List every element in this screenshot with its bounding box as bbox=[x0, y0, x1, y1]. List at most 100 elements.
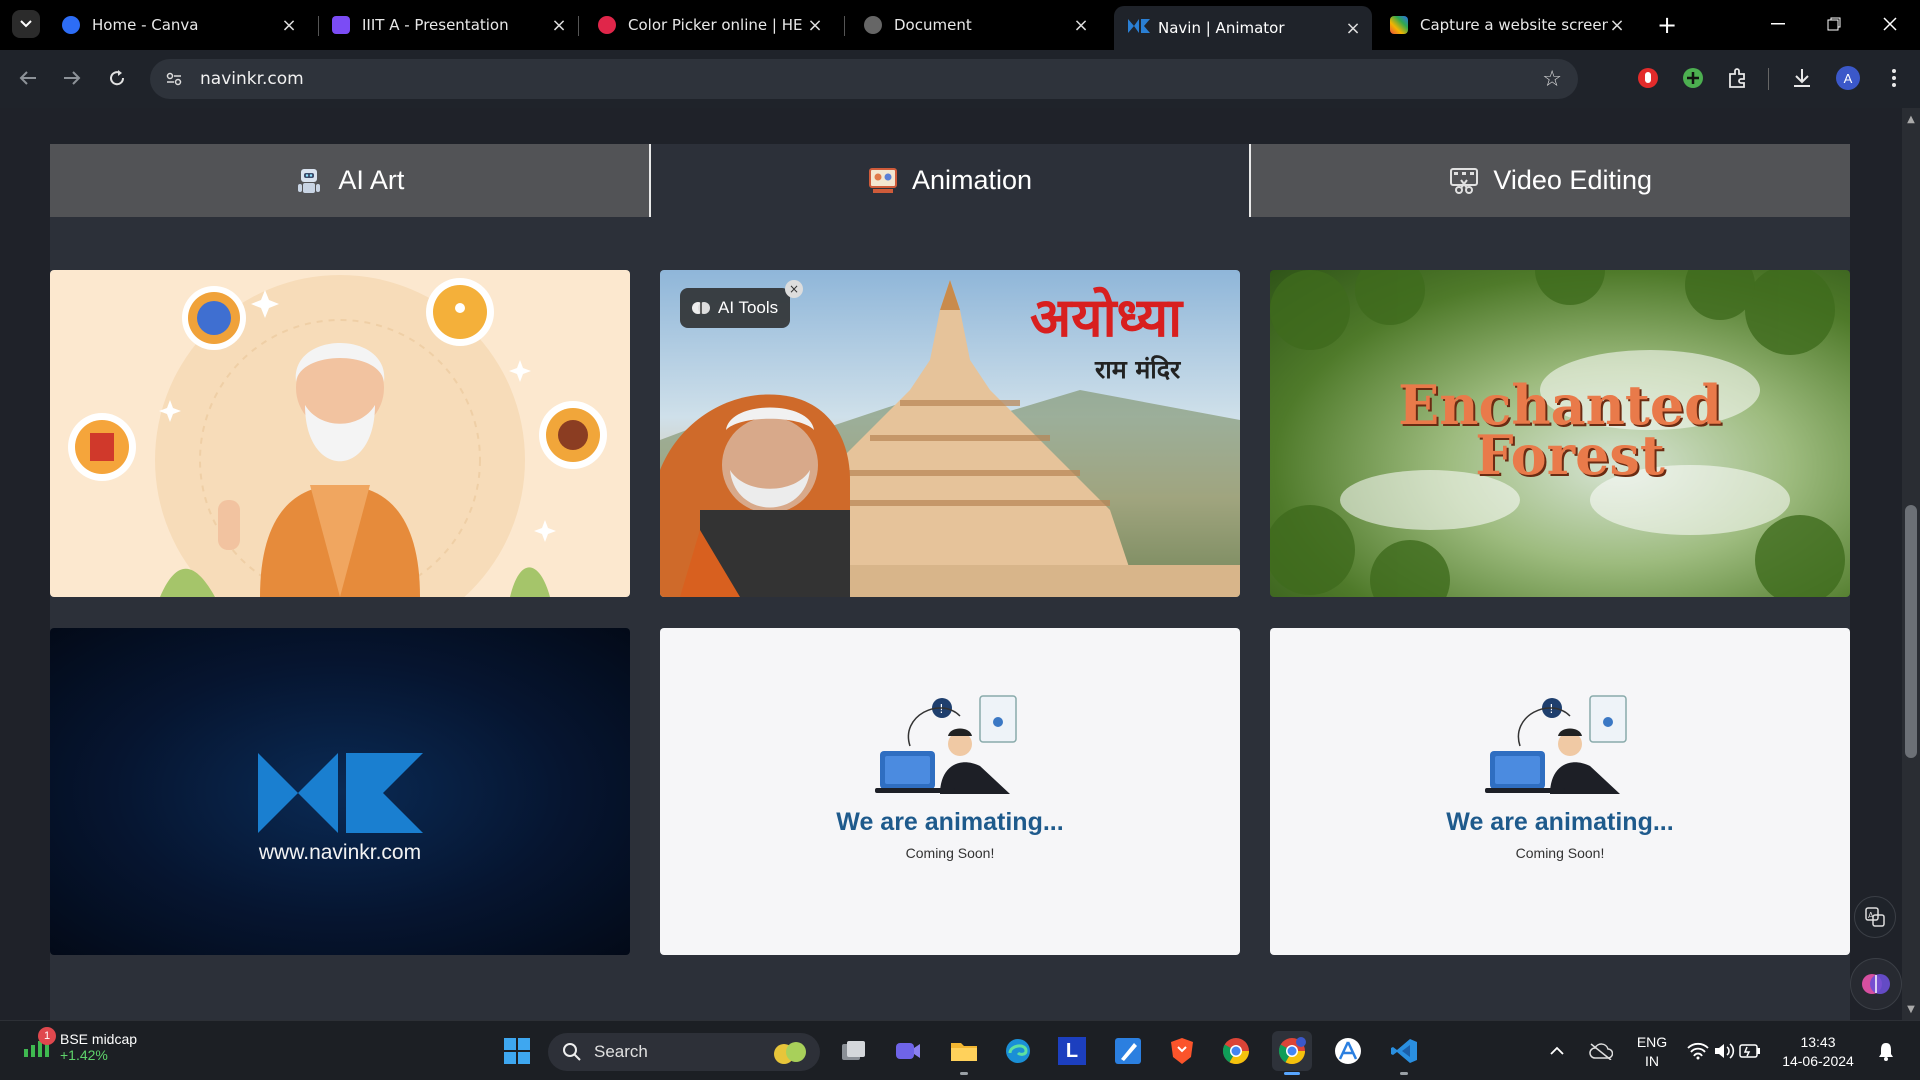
svg-text:A: A bbox=[1868, 911, 1874, 920]
card-ayodhya[interactable]: अयोध्या राम मंदिर AI Tools × bbox=[660, 270, 1240, 597]
l-app-icon[interactable]: L bbox=[1052, 1031, 1092, 1071]
extension-red-icon[interactable] bbox=[1634, 64, 1662, 92]
clock[interactable]: 13:43 14-06-2024 bbox=[1778, 1033, 1858, 1071]
chrome-profile-icon[interactable] bbox=[1272, 1031, 1312, 1075]
page-scrollbar[interactable]: ▲ ▼ bbox=[1902, 108, 1920, 1020]
brain-icon bbox=[692, 302, 710, 314]
translate-button[interactable]: A bbox=[1854, 896, 1896, 938]
tab-label: Video Editing bbox=[1493, 165, 1652, 195]
window-close-button[interactable] bbox=[1870, 8, 1910, 40]
close-icon bbox=[1883, 17, 1897, 31]
bookmark-star-icon[interactable]: ☆ bbox=[1542, 67, 1562, 92]
close-icon[interactable]: × bbox=[280, 15, 298, 36]
meet-icon[interactable] bbox=[888, 1031, 928, 1071]
coming-soon-text: Coming Soon! bbox=[905, 845, 995, 861]
scrollbar-thumb[interactable] bbox=[1905, 505, 1917, 758]
search-highlight-icon bbox=[774, 1042, 806, 1064]
app-store-icon[interactable] bbox=[1328, 1031, 1368, 1071]
bell-icon bbox=[1879, 1043, 1893, 1061]
forward-button[interactable] bbox=[56, 62, 88, 94]
close-icon[interactable]: × bbox=[1344, 18, 1362, 39]
restore-icon bbox=[1827, 17, 1841, 31]
reload-button[interactable] bbox=[101, 62, 133, 94]
site-info-icon[interactable] bbox=[162, 72, 186, 86]
brain-icon bbox=[1862, 974, 1890, 994]
brave-browser-icon[interactable] bbox=[1162, 1031, 1202, 1071]
windows-logo-icon bbox=[504, 1038, 530, 1064]
scroll-down-icon[interactable]: ▼ bbox=[1906, 1004, 1916, 1015]
tab-home-canva[interactable]: Home - Canva × bbox=[48, 6, 308, 44]
windows-taskbar: BSE midcap +1.42% 1 Search L ENG IN 13:4… bbox=[0, 1020, 1920, 1080]
card-coming-soon[interactable]: ! We are animating... Coming Soon! bbox=[1270, 628, 1850, 955]
tab-search-button[interactable] bbox=[12, 10, 40, 38]
scroll-up-icon[interactable]: ▲ bbox=[1906, 114, 1916, 125]
show-hidden-icons[interactable] bbox=[1542, 1031, 1572, 1071]
tab-document[interactable]: Document × bbox=[850, 6, 1100, 44]
taskbar-search[interactable]: Search bbox=[548, 1033, 820, 1071]
file-explorer-icon[interactable] bbox=[944, 1031, 984, 1075]
card-sage-illustration[interactable] bbox=[50, 270, 630, 597]
date-text: 14-06-2024 bbox=[1782, 1053, 1854, 1069]
ai-tools-badge[interactable]: AI Tools bbox=[680, 288, 791, 328]
time-text: 13:43 bbox=[1800, 1034, 1836, 1050]
tab-color-picker[interactable]: Color Picker online | HE × bbox=[584, 6, 834, 44]
arrow-left-icon bbox=[19, 71, 36, 85]
edge-browser-icon[interactable] bbox=[998, 1031, 1038, 1071]
chevron-up-icon bbox=[1550, 1046, 1564, 1055]
tab-navin-animator[interactable]: Navin | Animator × bbox=[1114, 6, 1372, 50]
extensions-puzzle-icon[interactable] bbox=[1724, 64, 1752, 92]
close-icon[interactable]: × bbox=[785, 280, 803, 298]
tab-title: Color Picker online | HE bbox=[628, 16, 803, 34]
more-vertical-icon bbox=[1892, 69, 1896, 87]
minimize-button[interactable] bbox=[1758, 8, 1798, 40]
ram-mandir-subtitle: राम मंदिर bbox=[1095, 355, 1181, 384]
battery-icon bbox=[1739, 1044, 1760, 1058]
tab-video-editing[interactable]: Video Editing bbox=[1251, 144, 1851, 217]
tab-separator bbox=[844, 16, 845, 36]
tab-separator bbox=[578, 16, 579, 36]
close-icon[interactable]: × bbox=[806, 15, 824, 36]
search-label: Search bbox=[594, 1042, 648, 1061]
address-bar[interactable]: navinkr.com ☆ bbox=[150, 59, 1578, 99]
close-icon[interactable]: × bbox=[550, 15, 568, 36]
ai-assistant-button[interactable] bbox=[1850, 958, 1902, 1010]
tab-iiit-presentation[interactable]: IIIT A - Presentation × bbox=[318, 6, 578, 44]
restore-button[interactable] bbox=[1814, 8, 1854, 40]
profile-avatar[interactable]: A bbox=[1834, 64, 1862, 92]
browser-menu-button[interactable] bbox=[1880, 64, 1908, 92]
back-button[interactable] bbox=[12, 62, 44, 94]
screenshot-tool-icon bbox=[1390, 16, 1408, 34]
card-enchanted-forest[interactable]: Enchanted Forest bbox=[1270, 270, 1850, 597]
tab-ai-art[interactable]: AI Art bbox=[50, 144, 649, 217]
start-button[interactable] bbox=[497, 1031, 537, 1071]
close-icon[interactable]: × bbox=[1072, 15, 1090, 36]
new-tab-button[interactable]: + bbox=[1652, 10, 1682, 40]
stock-name: BSE midcap bbox=[60, 1031, 138, 1047]
animating-heading: We are animating... bbox=[1446, 808, 1674, 836]
stock-widget[interactable]: BSE midcap +1.42% 1 bbox=[22, 1027, 138, 1063]
robot-icon bbox=[294, 166, 324, 196]
pen-app-icon[interactable] bbox=[1108, 1031, 1148, 1071]
notifications-button[interactable] bbox=[1866, 1031, 1906, 1071]
notification-badge: 1 bbox=[38, 1027, 56, 1045]
card-coming-soon[interactable]: ! We are animating... Coming Soon! bbox=[660, 628, 1240, 955]
stock-change: +1.42% bbox=[60, 1047, 108, 1063]
minimize-icon bbox=[1771, 23, 1785, 25]
close-icon[interactable]: × bbox=[1608, 15, 1626, 36]
download-icon[interactable] bbox=[1788, 64, 1816, 92]
chrome-icon[interactable] bbox=[1216, 1031, 1256, 1071]
lang-text: ENG bbox=[1636, 1034, 1668, 1050]
cloud-offline-icon[interactable] bbox=[1584, 1031, 1618, 1071]
card-navinkr-logo[interactable]: www.navinkr.com bbox=[50, 628, 630, 955]
task-view-icon[interactable] bbox=[834, 1031, 874, 1071]
vscode-icon[interactable] bbox=[1384, 1031, 1424, 1075]
svg-text:!: ! bbox=[939, 702, 944, 716]
tab-capture-screenshot[interactable]: Capture a website screensh × bbox=[1376, 6, 1636, 44]
translate-icon: A bbox=[1865, 907, 1885, 927]
toolbar-divider bbox=[1768, 68, 1769, 90]
tab-animation[interactable]: Animation bbox=[648, 144, 1252, 217]
extension-green-icon[interactable] bbox=[1679, 64, 1707, 92]
quick-settings[interactable] bbox=[1682, 1031, 1766, 1071]
language-indicator[interactable]: ENG IN bbox=[1634, 1033, 1670, 1071]
coming-soon-text: Coming Soon! bbox=[1515, 845, 1605, 861]
